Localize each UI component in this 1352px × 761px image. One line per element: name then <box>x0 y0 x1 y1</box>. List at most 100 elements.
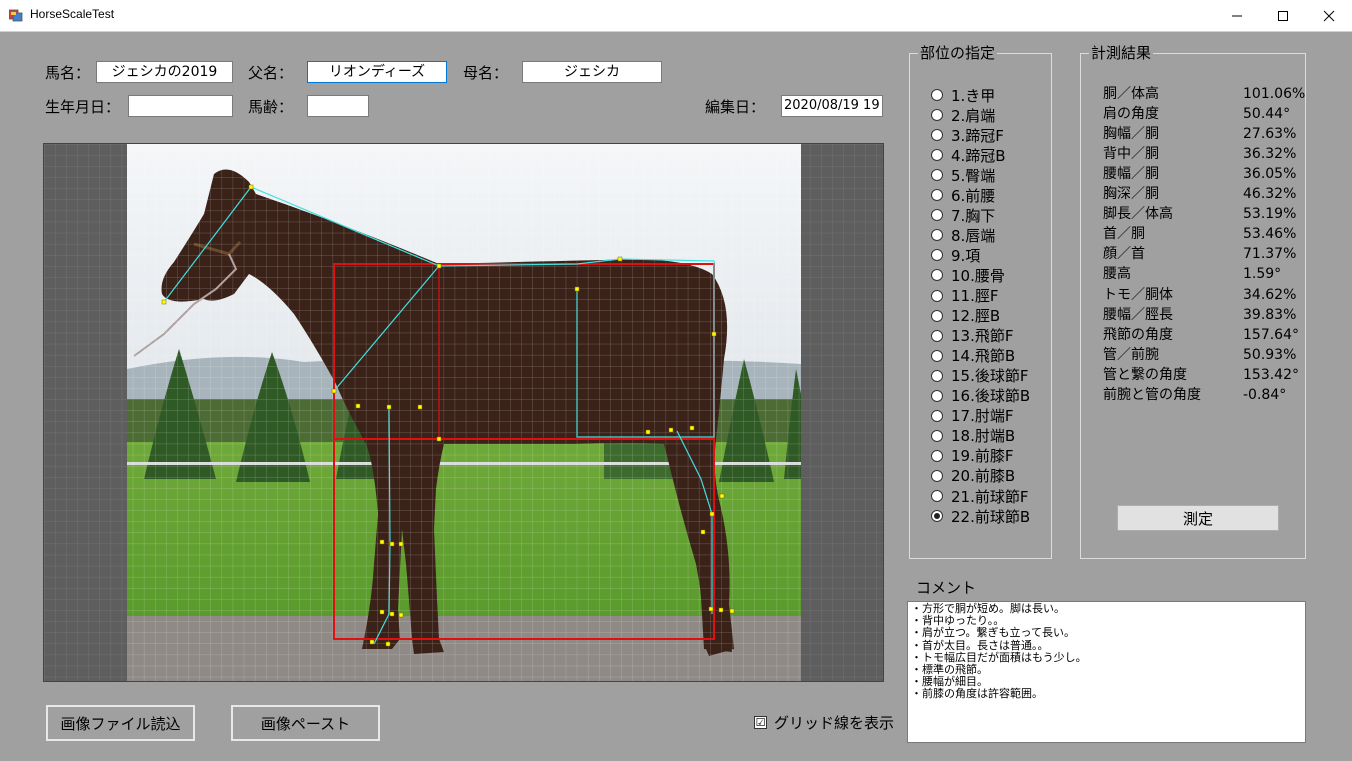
part-radio-option[interactable]: 13.飛節F <box>931 326 1013 346</box>
result-label: 脚長／体高 <box>1103 206 1173 223</box>
radio-button[interactable] <box>931 209 943 222</box>
part-radio-label: 10.腰骨 <box>951 266 1005 285</box>
parts-group: 部位の指定 1.き甲 2.肩端 3.蹄冠F 4.蹄冠B 5.臀端 6.前腰 7.胸下 8.唇端… <box>909 43 1052 559</box>
part-radio-label: 3.蹄冠F <box>951 126 1004 145</box>
radio-button[interactable] <box>931 449 943 462</box>
part-radio-option[interactable]: 16.後球節B <box>931 386 1030 406</box>
measure-button[interactable]: 測定 <box>1117 505 1279 531</box>
radio-button[interactable] <box>931 249 943 262</box>
radio-button[interactable] <box>931 469 943 482</box>
result-value: 34.62% <box>1243 286 1297 303</box>
part-radio-option[interactable]: 9.項 <box>931 245 980 265</box>
part-radio-option[interactable]: 6.前腰 <box>931 185 995 205</box>
minimize-button[interactable] <box>1214 0 1260 31</box>
result-value: 50.93% <box>1243 346 1297 363</box>
radio-button[interactable] <box>931 490 943 502</box>
edit-date-label: 編集日： <box>705 98 766 116</box>
result-label: 胸幅／胴 <box>1103 126 1159 143</box>
result-label: 腰幅／胴 <box>1103 166 1159 183</box>
paste-image-button[interactable]: 画像ペースト <box>231 705 380 741</box>
part-radio-option[interactable]: 5.臀端 <box>931 165 995 185</box>
part-radio-label: 8.唇端 <box>951 226 996 245</box>
part-radio-option[interactable]: 3.蹄冠F <box>931 125 1004 145</box>
result-value: 39.83% <box>1243 306 1297 323</box>
part-radio-option[interactable]: 4.蹄冠B <box>931 145 1006 165</box>
result-value: 50.44° <box>1243 106 1291 123</box>
birthdate-field[interactable] <box>128 95 233 117</box>
load-image-button[interactable]: 画像ファイル読込 <box>46 705 195 741</box>
result-value: 71.37% <box>1243 246 1297 263</box>
radio-button[interactable] <box>931 89 943 101</box>
part-radio-label: 16.後球節B <box>951 387 1031 406</box>
result-label: 前腕と管の角度 <box>1103 386 1201 403</box>
part-radio-option[interactable]: 12.脛B <box>931 306 1000 326</box>
radio-button[interactable] <box>931 289 943 302</box>
part-radio-label: 14.飛節B <box>951 347 1016 366</box>
result-value: 1.59° <box>1243 266 1282 283</box>
horse-image-canvas[interactable] <box>43 143 884 682</box>
part-radio-option[interactable]: 20.前膝B <box>931 466 1015 486</box>
horse-name-field[interactable]: ジェシカの2019 <box>96 61 233 83</box>
part-radio-option[interactable]: 15.後球節F <box>931 366 1028 386</box>
birthdate-label: 生年月日： <box>45 98 121 116</box>
part-radio-option[interactable]: 14.飛節B <box>931 346 1015 366</box>
result-row: 胴／体高 101.06% <box>1103 84 1305 104</box>
part-radio-label: 18.肘端B <box>951 427 1016 446</box>
result-label: 胴／体高 <box>1103 86 1159 102</box>
part-radio-option[interactable]: 10.腰骨 <box>931 265 1005 285</box>
maximize-button[interactable] <box>1260 0 1306 31</box>
radio-button[interactable] <box>931 349 943 362</box>
radio-button[interactable] <box>931 149 943 162</box>
part-radio-option[interactable]: 18.肘端B <box>931 426 1015 446</box>
parts-group-title: 部位の指定 <box>918 43 998 63</box>
part-radio-option[interactable]: 19.前膝F <box>931 446 1013 466</box>
part-radio-option[interactable]: 1.き甲 <box>931 85 995 105</box>
part-radio-option[interactable]: 8.唇端 <box>931 225 995 245</box>
radio-button[interactable] <box>931 189 943 202</box>
part-radio-option[interactable]: 17.肘端F <box>931 406 1013 426</box>
part-radio-label: 20.前膝B <box>951 467 1016 486</box>
grid-checkbox[interactable]: ☑ <box>754 716 767 729</box>
part-radio-option[interactable]: 2.肩端 <box>931 105 995 125</box>
radio-button[interactable] <box>931 129 943 142</box>
radio-button[interactable] <box>931 329 943 342</box>
comment-textarea[interactable]: ・方形で胴が短め。脚は長い。 ・背中ゆったり。。 ・肩が立つ。繋ぎも立って長い。 ・首… <box>907 601 1306 743</box>
dam-field[interactable]: ジェシカ <box>522 61 662 83</box>
results-group: 計測結果 胴／体高 101.06% 肩の角度 50.44° 胸幅／胴 27.63% 背中／胴… <box>1080 43 1306 559</box>
radio-button[interactable] <box>931 229 943 242</box>
part-radio-label: 22.前球節B <box>951 507 1031 526</box>
maximize-icon <box>1278 10 1288 21</box>
result-value: 27.63% <box>1243 126 1297 143</box>
edit-date-field[interactable]: 2020/08/19 19 <box>781 95 883 117</box>
horse-photo[interactable] <box>44 144 884 682</box>
part-radio-option[interactable]: 21.前球節F <box>931 486 1028 506</box>
radio-button[interactable] <box>931 169 943 182</box>
radio-button[interactable] <box>931 409 943 422</box>
close-button[interactable] <box>1306 0 1352 31</box>
result-row: 管と繋の角度 153.42° <box>1103 365 1299 385</box>
result-value: -0.84° <box>1243 386 1287 403</box>
result-value: 53.46% <box>1243 226 1297 243</box>
horse-name-label: 馬名： <box>45 64 91 82</box>
age-field[interactable] <box>307 95 369 117</box>
result-value: 153.42° <box>1243 366 1299 383</box>
radio-button[interactable] <box>931 389 943 402</box>
radio-button[interactable] <box>931 309 943 322</box>
app-icon <box>9 9 23 22</box>
grid-checkbox-label[interactable]: グリッド線を表示 <box>774 713 894 733</box>
part-radio-option[interactable]: 22.前球節B <box>931 506 1030 526</box>
radio-button[interactable] <box>931 269 943 282</box>
result-row: 腰幅／胴 36.05% <box>1103 164 1296 184</box>
part-radio-label: 19.前膝F <box>951 447 1014 466</box>
part-radio-option[interactable]: 11.脛F <box>931 286 998 306</box>
results-group-title: 計測結果 <box>1089 43 1154 63</box>
radio-button[interactable] <box>931 369 943 382</box>
part-radio-option[interactable]: 7.胸下 <box>931 205 995 225</box>
minimize-icon <box>1232 15 1242 16</box>
result-row: 首／胴 53.46% <box>1103 224 1296 244</box>
radio-button[interactable] <box>931 109 943 122</box>
sire-field[interactable]: リオンディーズ <box>307 61 447 83</box>
part-radio-label: 12.脛B <box>951 307 1001 326</box>
radio-button[interactable] <box>931 429 943 442</box>
radio-button[interactable] <box>931 510 943 523</box>
